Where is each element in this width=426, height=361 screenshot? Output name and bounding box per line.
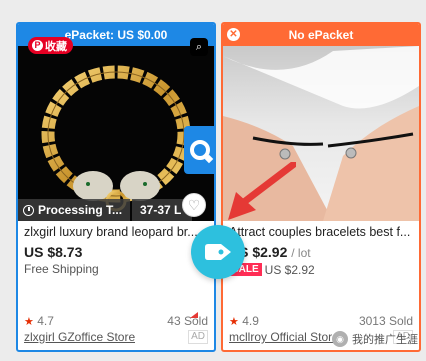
red-flag-icon [190,312,198,318]
close-icon: ✕ [227,28,240,41]
rating-value: 4.9 [242,314,259,328]
tag-icon [205,244,231,260]
price-tag-floating-button[interactable] [191,225,245,279]
product-image[interactable]: Processing T... 37-37 L ♡ [18,46,214,221]
product-info: Attract couples bracelets best f... US $… [223,224,419,277]
pinterest-icon: P [32,40,43,51]
processing-time-badge: Processing T... [18,199,130,221]
wechat-icon: ◉ [332,331,348,347]
processing-text: Processing T... [38,203,123,217]
ad-badge: AD [188,330,208,344]
store-link[interactable]: mcllroy Official Store [229,330,339,344]
product-title[interactable]: zlxgirl luxury brand leopard br... [24,224,208,240]
sold-count: 43 Sold [167,314,208,328]
pinterest-save-button[interactable]: P 收藏 [28,37,73,54]
banner-text: No ePacket [288,28,354,42]
search-bubble-icon [190,140,210,160]
sale-row: SALE US $2.92 [229,262,413,277]
clock-icon [23,204,34,216]
shipping-banner: ✕ No ePacket [223,24,419,46]
shipping-text: Free Shipping [24,262,99,276]
store-link[interactable]: zlxgirl GZoffice Store [24,330,135,344]
product-title[interactable]: Attract couples bracelets best f... [229,224,413,240]
visual-search-icon[interactable]: ⌕ [190,38,208,56]
product-grid: ePacket: US $0.00 P 收藏 ⌕ Processing T...… [0,0,426,361]
wishlist-heart-icon[interactable]: ♡ [182,193,206,217]
product-stats: ★ 4.9 3013 Sold [229,314,413,329]
rating: ★ 4.7 [24,314,54,329]
rating: ★ 4.9 [229,314,259,329]
star-icon: ★ [24,316,34,328]
sale-price: US $2.92 [264,262,315,277]
sold-count: 3013 Sold [358,314,413,328]
store-row: zlxgirl GZoffice Store AD [24,329,208,345]
product-price: US $8.73 [24,244,83,260]
rating-value: 4.7 [37,314,54,328]
watermark-text: 我的推广生涯 [352,334,418,346]
annotation-arrow-icon [228,162,296,220]
banner-text: ePacket: US $0.00 [64,28,168,42]
price-unit: / lot [291,246,311,260]
star-icon: ★ [229,316,239,328]
pin-label: 收藏 [45,40,67,53]
watermark: ◉ 我的推广生涯 [332,331,418,347]
product-card[interactable]: ePacket: US $0.00 P 收藏 ⌕ Processing T...… [16,22,216,352]
quick-view-button[interactable] [184,126,214,174]
product-stats: ★ 4.7 43 Sold [24,314,208,329]
product-info: zlxgirl luxury brand leopard br... US $8… [18,224,214,277]
product-price: US $2.92 / lot [229,243,413,261]
